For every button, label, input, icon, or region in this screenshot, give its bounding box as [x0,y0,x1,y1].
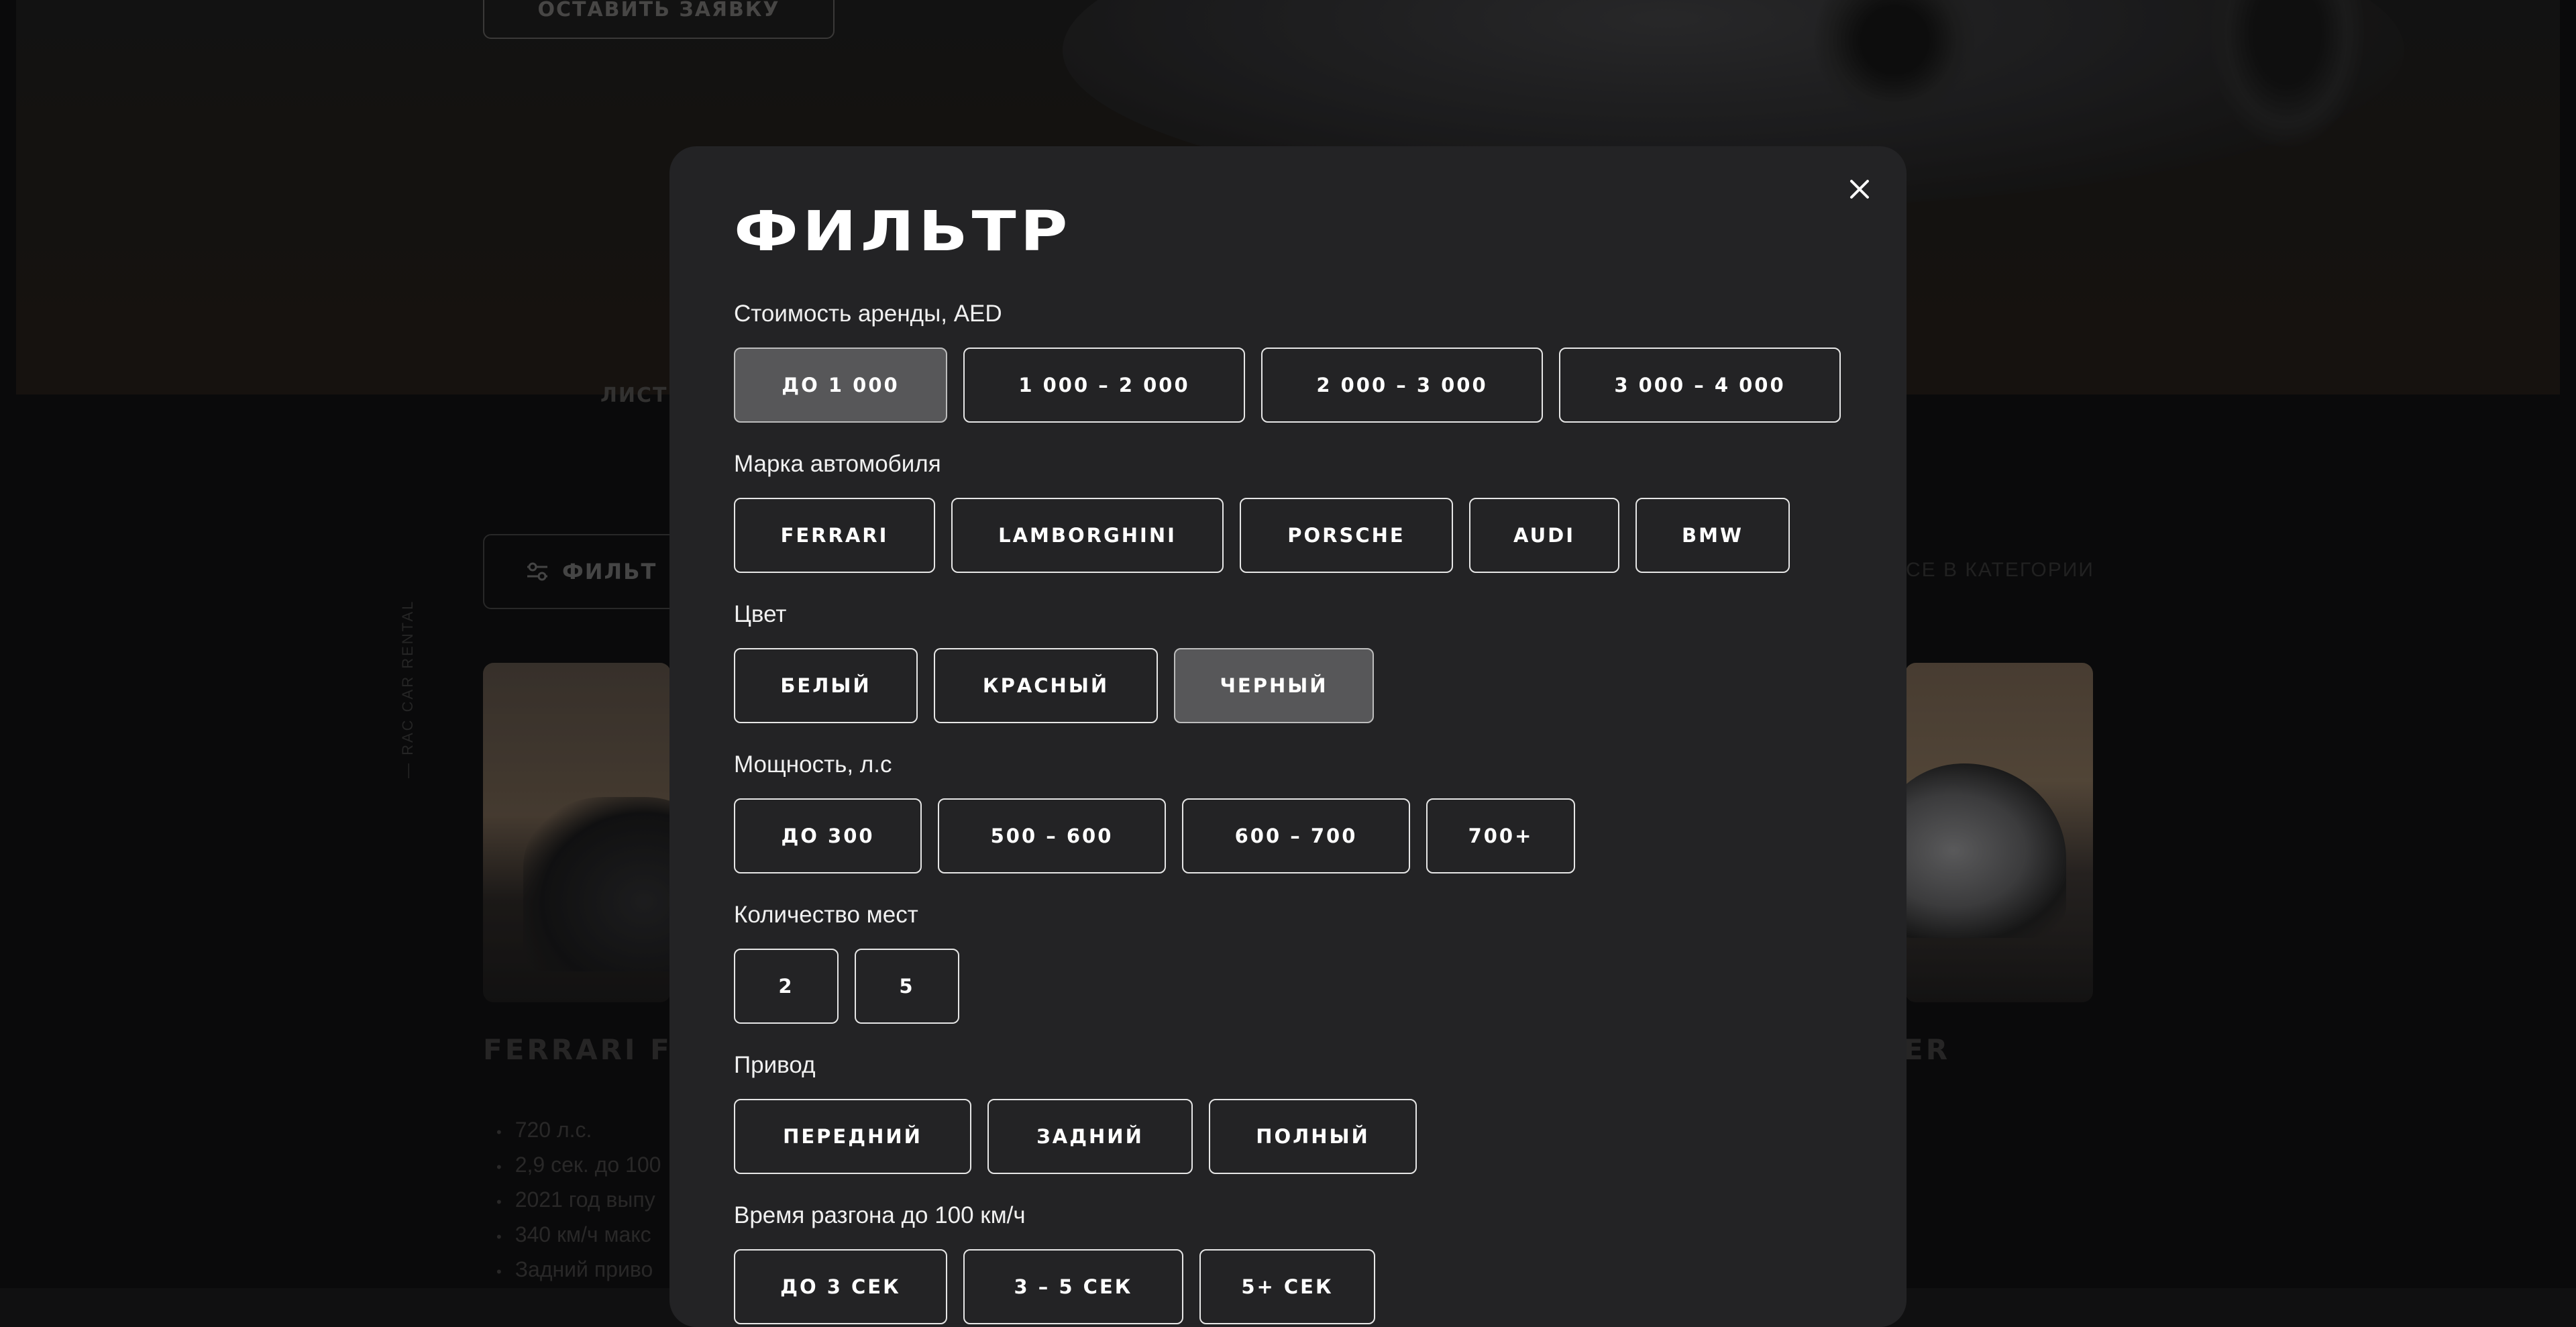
option-color-red[interactable]: КРАСНЫЙ [934,648,1158,723]
option-accel-0[interactable]: ДО 3 СЕК [734,1249,947,1324]
option-price-3[interactable]: 3 000 – 4 000 [1559,348,1841,423]
option-price-1[interactable]: 1 000 – 2 000 [963,348,1245,423]
option-brand-ferrari[interactable]: FERRARI [734,498,935,573]
power-group-label: Мощность, л.с [734,751,892,778]
option-drive-rear[interactable]: ЗАДНИЙ [987,1099,1193,1174]
option-color-white[interactable]: БЕЛЫЙ [734,648,918,723]
drive-group-label: Привод [734,1052,816,1078]
option-brand-porsche[interactable]: PORSCHE [1240,498,1453,573]
seats-group-label: Количество мест [734,902,918,928]
option-accel-1[interactable]: 3 – 5 СЕК [963,1249,1183,1324]
price-group-label: Стоимость аренды, AED [734,301,1002,327]
seats-options: 2 5 [734,949,959,1024]
option-power-1[interactable]: 500 – 600 [938,798,1166,873]
drive-options: ПЕРЕДНИЙ ЗАДНИЙ ПОЛНЫЙ [734,1099,1417,1174]
brand-options: FERRARI LAMBORGHINI PORSCHE AUDI BMW [734,498,1790,573]
option-brand-lamborghini[interactable]: LAMBORGHINI [951,498,1224,573]
option-color-black[interactable]: ЧЕРНЫЙ [1174,648,1374,723]
color-group-label: Цвет [734,601,787,627]
option-price-0[interactable]: ДО 1 000 [734,348,947,423]
option-seats-2[interactable]: 2 [734,949,839,1024]
option-seats-5[interactable]: 5 [855,949,959,1024]
modal-title: ФИЛЬТР [734,200,1072,264]
option-brand-bmw[interactable]: BMW [1635,498,1790,573]
option-power-0[interactable]: ДО 300 [734,798,922,873]
acceleration-group-label: Время разгона до 100 км/ч [734,1202,1026,1228]
option-accel-2[interactable]: 5+ СЕК [1199,1249,1375,1324]
acceleration-options: ДО 3 СЕК 3 – 5 СЕК 5+ СЕК [734,1249,1375,1324]
color-options: БЕЛЫЙ КРАСНЫЙ ЧЕРНЫЙ [734,648,1374,723]
option-power-2[interactable]: 600 – 700 [1182,798,1410,873]
option-power-3[interactable]: 700+ [1426,798,1575,873]
price-options: ДО 1 000 1 000 – 2 000 2 000 – 3 000 3 0… [734,348,1841,423]
option-price-2[interactable]: 2 000 – 3 000 [1261,348,1543,423]
filter-modal: ФИЛЬТР Стоимость аренды, AED ДО 1 000 1 … [669,146,1907,1327]
option-drive-all[interactable]: ПОЛНЫЙ [1209,1099,1417,1174]
close-icon[interactable] [1846,176,1873,203]
power-options: ДО 300 500 – 600 600 – 700 700+ [734,798,1575,873]
brand-group-label: Марка автомобиля [734,451,941,477]
option-drive-front[interactable]: ПЕРЕДНИЙ [734,1099,971,1174]
option-brand-audi[interactable]: AUDI [1469,498,1619,573]
